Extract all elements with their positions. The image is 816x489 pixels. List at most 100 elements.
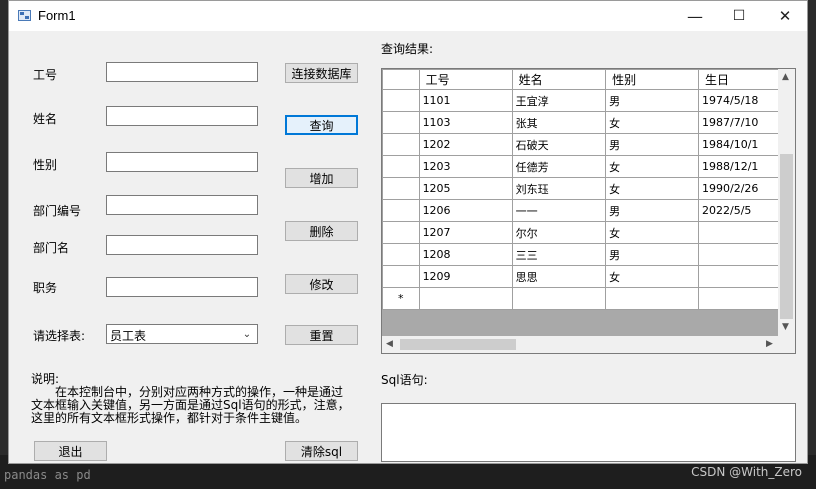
table-cell[interactable]: 男 <box>605 243 700 266</box>
new-row[interactable]: * <box>382 287 795 310</box>
table-row[interactable]: 1207 尔尔女 <box>382 221 795 244</box>
label-dept-id: 部门编号 <box>33 204 82 218</box>
table-cell[interactable]: 男 <box>605 199 700 222</box>
table-cell[interactable]: 1101 <box>418 89 513 112</box>
table-cell[interactable]: 女 <box>605 155 700 178</box>
table-cell[interactable]: 1202 <box>418 133 513 156</box>
table-cell[interactable]: 女 <box>605 111 700 134</box>
table-cell[interactable]: 1103 <box>418 111 513 134</box>
connect-db-button[interactable]: 连接数据库 <box>285 63 358 83</box>
column-header[interactable]: 性别 <box>605 69 700 90</box>
table-row[interactable]: 1202 石破天男 1984/10/1 <box>382 133 795 156</box>
reset-button[interactable]: 重置 <box>285 325 358 345</box>
row-header-cell[interactable] <box>382 243 420 266</box>
table-select-dropdown[interactable]: 员工表 ⌄ <box>106 324 258 344</box>
column-header[interactable]: 工号 <box>418 69 513 90</box>
employee-id-input[interactable] <box>106 62 258 82</box>
form1-window: Form1 — ☐ ✕ 工号 姓名 性别 部门编号 部门名 职务 请选择表: 员… <box>8 0 808 464</box>
table-cell[interactable] <box>511 287 607 310</box>
table-cell[interactable]: 1206 <box>418 199 513 222</box>
results-table: 工号 姓名 性别 生日 1101 王宜淳男 1974/5/18 1103 张其女 1987… <box>382 69 795 310</box>
horizontal-scrollbar[interactable]: ◀ ▶ <box>382 336 780 353</box>
scroll-down-icon[interactable]: ▼ <box>782 322 789 332</box>
table-cell[interactable] <box>605 287 700 310</box>
table-cell[interactable]: 思思 <box>511 265 607 288</box>
minimize-button[interactable]: — <box>672 1 718 31</box>
update-button[interactable]: 修改 <box>285 274 358 294</box>
add-button[interactable]: 增加 <box>285 168 358 188</box>
note-line-3: 这里的所有文本框形式操作，都针对于条件主键值。 <box>31 411 308 425</box>
watermark: CSDN @With_Zero <box>691 465 802 479</box>
instructions-note: 说明: 在本控制台中，分别对应两种方式的操作，一种是通过 文本框输入关键值，另一… <box>31 373 361 425</box>
scroll-right-icon[interactable]: ▶ <box>766 339 773 349</box>
table-cell[interactable]: 女 <box>605 177 700 200</box>
table-cell[interactable]: 1209 <box>418 265 513 288</box>
clear-sql-button[interactable]: 清除sql <box>285 441 358 461</box>
row-header-cell[interactable] <box>382 111 420 134</box>
label-gender: 性别 <box>33 158 58 172</box>
table-cell[interactable]: 三三 <box>511 243 607 266</box>
position-input[interactable] <box>106 277 258 297</box>
row-header-cell[interactable] <box>382 221 420 244</box>
vertical-scrollbar[interactable]: ▲ ▼ <box>778 69 795 338</box>
table-cell[interactable]: 1207 <box>418 221 513 244</box>
scroll-left-icon[interactable]: ◀ <box>386 339 393 349</box>
table-select-label: 请选择表: <box>33 329 86 343</box>
table-cell[interactable]: 女 <box>605 221 700 244</box>
table-cell[interactable]: 王宜淳 <box>511 89 607 112</box>
gender-input[interactable] <box>106 152 258 172</box>
row-header-cell[interactable] <box>382 265 420 288</box>
table-cell[interactable]: 男 <box>605 89 700 112</box>
exit-button[interactable]: 退出 <box>34 441 107 461</box>
label-position: 职务 <box>33 281 58 295</box>
table-row[interactable]: 1206 一一男 2022/5/5 <box>382 199 795 222</box>
table-row[interactable]: 1209 思思女 <box>382 265 795 288</box>
table-cell[interactable]: 1203 <box>418 155 513 178</box>
table-row[interactable]: 1103 张其女 1987/7/10 <box>382 111 795 134</box>
results-datagrid[interactable]: 工号 姓名 性别 生日 1101 王宜淳男 1974/5/18 1103 张其女 1987… <box>381 68 796 354</box>
table-cell[interactable] <box>418 287 513 310</box>
dept-id-input[interactable] <box>106 195 258 215</box>
row-header-cell[interactable] <box>382 199 420 222</box>
query-button[interactable]: 查询 <box>285 115 358 135</box>
results-label: 查询结果: <box>381 42 434 56</box>
table-cell[interactable]: 1208 <box>418 243 513 266</box>
row-header-cell[interactable] <box>382 133 420 156</box>
table-cell[interactable]: 尔尔 <box>511 221 607 244</box>
maximize-button[interactable]: ☐ <box>716 1 762 31</box>
table-cell[interactable]: 石破天 <box>511 133 607 156</box>
close-button[interactable]: ✕ <box>762 1 808 31</box>
row-header-cell[interactable] <box>382 177 420 200</box>
sql-textarea[interactable] <box>381 403 796 462</box>
horizontal-scroll-thumb[interactable] <box>400 339 516 350</box>
chevron-down-icon[interactable]: ⌄ <box>239 325 255 343</box>
table-row[interactable]: 1208 三三男 <box>382 243 795 266</box>
row-header-cell[interactable] <box>382 89 420 112</box>
row-header-corner[interactable] <box>382 69 420 90</box>
table-cell[interactable]: 一一 <box>511 199 607 222</box>
table-cell[interactable]: 男 <box>605 133 700 156</box>
column-header[interactable]: 姓名 <box>511 69 607 90</box>
table-cell[interactable]: 1205 <box>418 177 513 200</box>
table-cell[interactable]: 任德芳 <box>511 155 607 178</box>
table-row[interactable]: 1203 任德芳女 1988/12/1 <box>382 155 795 178</box>
table-header-row: 工号 姓名 性别 生日 <box>382 69 795 90</box>
table-row[interactable]: 1205 刘东珏女 1990/2/26 <box>382 177 795 200</box>
scrollbar-corner <box>778 336 795 353</box>
label-employee-id: 工号 <box>33 68 58 82</box>
table-select-value: 员工表 <box>110 329 147 343</box>
window-title: Form1 <box>38 8 76 23</box>
row-header-cell[interactable] <box>382 155 420 178</box>
dept-name-input[interactable] <box>106 235 258 255</box>
table-row[interactable]: 1101 王宜淳男 1974/5/18 <box>382 89 795 112</box>
scroll-up-icon[interactable]: ▲ <box>782 72 789 82</box>
table-cell[interactable]: 女 <box>605 265 700 288</box>
vertical-scroll-thumb[interactable] <box>780 154 793 319</box>
table-cell[interactable]: 张其 <box>511 111 607 134</box>
new-row-marker[interactable]: * <box>382 287 420 310</box>
sql-label: Sql语句: <box>381 373 428 387</box>
delete-button[interactable]: 删除 <box>285 221 358 241</box>
name-input[interactable] <box>106 106 258 126</box>
table-cell[interactable]: 刘东珏 <box>511 177 607 200</box>
title-bar[interactable]: Form1 — ☐ ✕ <box>9 1 807 31</box>
